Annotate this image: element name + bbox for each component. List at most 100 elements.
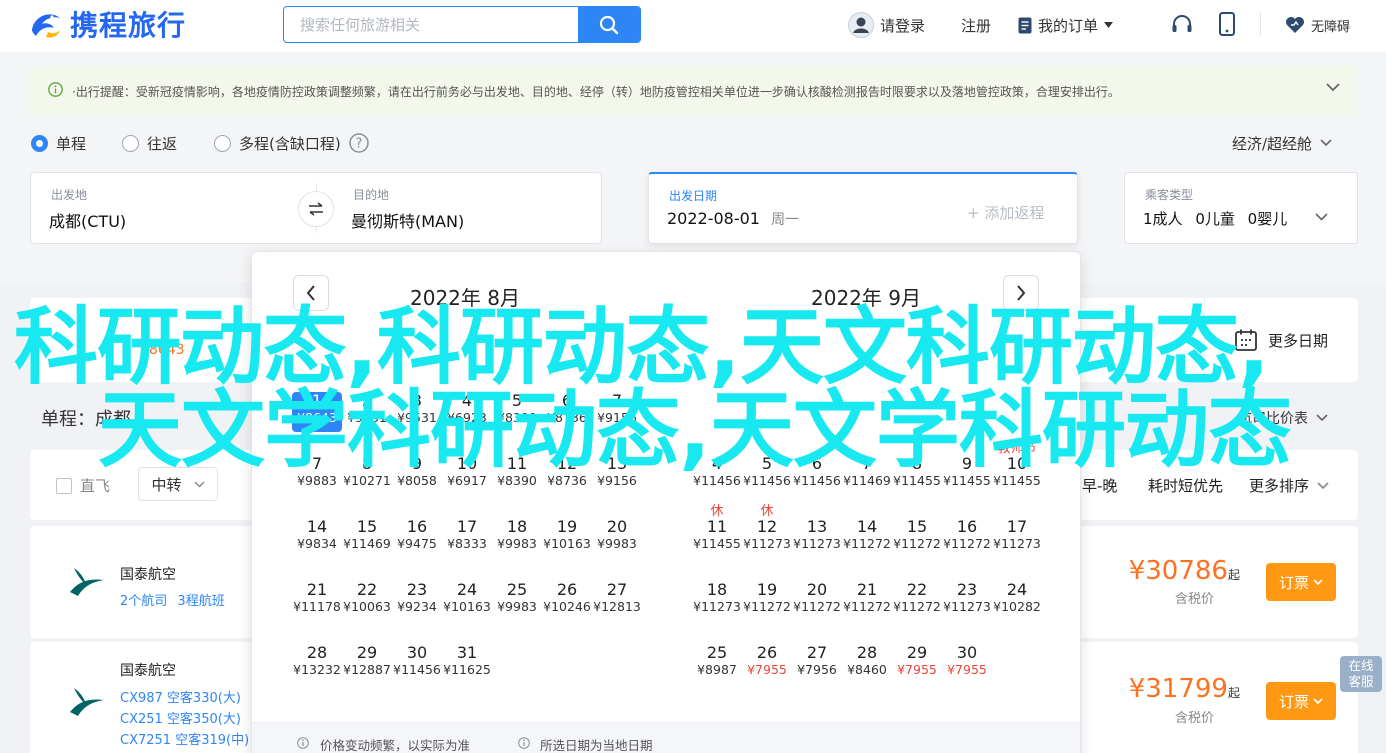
day-number: 16 bbox=[956, 517, 978, 536]
customer-service-icon[interactable] bbox=[1170, 13, 1194, 37]
calendar-day[interactable]: 18 ¥9983 bbox=[492, 518, 542, 558]
destination-field[interactable]: 目的地 曼彻斯特(MAN) bbox=[333, 173, 601, 243]
online-service-line1: 在线 bbox=[1348, 658, 1374, 673]
calendar-day[interactable]: 17 ¥8333 bbox=[442, 518, 492, 558]
trip-type-roundtrip[interactable]: 往返 bbox=[122, 132, 177, 154]
calendar-day[interactable]: 13 ¥11273 bbox=[792, 518, 842, 558]
flight-info: 2个航司 3程航班 bbox=[120, 590, 225, 609]
calendar-day[interactable]: 21 ¥11178 bbox=[292, 581, 342, 621]
calendar-day[interactable]: 18 ¥11273 bbox=[692, 581, 742, 621]
calendar-day[interactable]: 30 ¥7955 bbox=[942, 644, 992, 684]
day-number: 25 bbox=[706, 643, 728, 662]
day-number: 19 bbox=[756, 580, 778, 599]
trip-type-multi[interactable]: 多程(含缺口程) ? bbox=[214, 132, 369, 154]
calendar-day[interactable]: 休 11 ¥11455 bbox=[692, 504, 742, 558]
chevron-down-icon bbox=[1315, 213, 1328, 221]
calendar-day[interactable]: 29 ¥12887 bbox=[342, 644, 392, 684]
departure-date-field[interactable]: 出发日期 2022-08-01 周一 + 添加返程 bbox=[648, 172, 1078, 244]
calendar-day[interactable]: 16 ¥9475 bbox=[392, 518, 442, 558]
login-link[interactable]: 请登录 bbox=[848, 10, 925, 40]
calendar-day[interactable]: 21 ¥11272 bbox=[842, 581, 892, 621]
day-price: ¥7955 bbox=[897, 662, 937, 677]
day-price: ¥11272 bbox=[793, 599, 841, 614]
flight-number[interactable]: CX251 空客350(大) bbox=[120, 708, 241, 727]
calendar-day[interactable]: 29 ¥7955 bbox=[892, 644, 942, 684]
calendar-day[interactable]: 14 ¥11272 bbox=[842, 518, 892, 558]
calendar-day[interactable]: 20 ¥11272 bbox=[792, 581, 842, 621]
notice-collapse-chevron-icon[interactable] bbox=[1326, 83, 1340, 92]
calendar-day[interactable]: 16 ¥11272 bbox=[942, 518, 992, 558]
calendar-day[interactable]: 25 ¥9983 bbox=[492, 581, 542, 621]
day-price: ¥10163 bbox=[443, 599, 491, 614]
online-service-button[interactable]: 在线 客服 bbox=[1340, 656, 1382, 692]
register-link[interactable]: 注册 bbox=[961, 10, 991, 40]
chevron-down-icon bbox=[1313, 578, 1323, 585]
search-input[interactable] bbox=[284, 7, 580, 42]
origin-field[interactable]: 出发地 成都(CTU) bbox=[31, 173, 316, 243]
book-button[interactable]: 订票 bbox=[1266, 682, 1336, 720]
calendar-day[interactable]: 15 ¥11469 bbox=[342, 518, 392, 558]
my-orders-menu[interactable]: 我的订单 bbox=[1018, 10, 1114, 40]
add-return-button[interactable]: + 添加返程 bbox=[967, 202, 1044, 223]
search-button[interactable] bbox=[578, 7, 640, 42]
help-question-icon[interactable]: ? bbox=[348, 133, 369, 153]
trip-type-roundtrip-label: 往返 bbox=[147, 134, 178, 153]
passenger-label: 乘客类型 bbox=[1145, 188, 1194, 202]
calendar-day[interactable]: 22 ¥11272 bbox=[892, 581, 942, 621]
calendar-day[interactable]: 22 ¥10063 bbox=[342, 581, 392, 621]
calendar-day[interactable]: 20 ¥9983 bbox=[592, 518, 642, 558]
mobile-app-icon[interactable] bbox=[1219, 12, 1235, 36]
calendar-day[interactable]: 19 ¥11272 bbox=[742, 581, 792, 621]
book-label: 订票 bbox=[1278, 573, 1309, 592]
calendar-day[interactable]: 27 ¥7956 bbox=[792, 644, 842, 684]
flight-count-link[interactable]: 3程航班 bbox=[177, 594, 224, 609]
results-prefix: 单程： bbox=[41, 409, 95, 430]
cabin-class-label: 经济/超经舱 bbox=[1232, 134, 1313, 153]
book-label: 订票 bbox=[1278, 692, 1309, 711]
calendar-day[interactable]: 26 ¥7955 bbox=[742, 644, 792, 684]
day-number: 26 bbox=[556, 580, 578, 599]
day-price: ¥9983 bbox=[597, 536, 637, 551]
flight-number[interactable]: CX987 空客330(大) bbox=[120, 687, 241, 706]
trip-type-oneway[interactable]: 单程 bbox=[31, 132, 86, 154]
radio-unselected-icon bbox=[122, 134, 139, 152]
chevron-down-icon bbox=[1313, 697, 1323, 704]
info-icon bbox=[518, 737, 530, 749]
cathay-logo-icon bbox=[70, 568, 104, 596]
day-price: ¥11273 bbox=[793, 536, 841, 551]
cabin-class-select[interactable]: 经济/超经舱 bbox=[1232, 132, 1332, 154]
day-price: ¥11272 bbox=[893, 599, 941, 614]
chevron-down-icon bbox=[1317, 481, 1329, 489]
calendar-day[interactable]: 15 ¥11272 bbox=[892, 518, 942, 558]
calendar-day[interactable]: 28 ¥13232 bbox=[292, 644, 342, 684]
calendar-day[interactable]: 24 ¥10163 bbox=[442, 581, 492, 621]
day-number: 15 bbox=[356, 517, 378, 536]
calendar-day[interactable]: 27 ¥12813 bbox=[592, 581, 642, 621]
flight-number[interactable]: CX7251 空客319(中) bbox=[120, 729, 249, 748]
calendar-day[interactable]: 19 ¥10163 bbox=[542, 518, 592, 558]
calendar-day[interactable]: 24 ¥10282 bbox=[992, 581, 1042, 621]
overlay-headline-line1: 科研动态,科研动态,天文科研动态, bbox=[14, 298, 1270, 396]
calendar-day[interactable]: 23 ¥11273 bbox=[942, 581, 992, 621]
day-price: ¥10163 bbox=[543, 536, 591, 551]
accessibility-link[interactable]: 无障碍 bbox=[1285, 10, 1350, 40]
brand-logo[interactable]: 携程旅行 bbox=[28, 6, 186, 42]
calendar-day[interactable]: 休 12 ¥11273 bbox=[742, 504, 792, 558]
calendar-day[interactable]: 23 ¥9234 bbox=[392, 581, 442, 621]
day-number: 31 bbox=[456, 643, 478, 662]
day-price: ¥8460 bbox=[847, 662, 887, 677]
passenger-field[interactable]: 乘客类型 1成人 0儿童 0婴儿 bbox=[1124, 172, 1358, 244]
day-number: 22 bbox=[356, 580, 378, 599]
calendar-day[interactable]: 17 ¥11273 bbox=[992, 518, 1042, 558]
swap-cities-button[interactable] bbox=[298, 191, 334, 227]
calendar-day[interactable]: 28 ¥8460 bbox=[842, 644, 892, 684]
calendar-day[interactable]: 30 ¥11456 bbox=[392, 644, 442, 684]
calendar-day[interactable]: 14 ¥9834 bbox=[292, 518, 342, 558]
calendar-day[interactable]: 25 ¥8987 bbox=[692, 644, 742, 684]
airline-count-link[interactable]: 2个航司 bbox=[120, 594, 167, 609]
day-number: 30 bbox=[956, 643, 978, 662]
calendar-day[interactable]: 31 ¥11625 bbox=[442, 644, 492, 684]
calendar-day[interactable]: 26 ¥10246 bbox=[542, 581, 592, 621]
book-button[interactable]: 订票 bbox=[1266, 563, 1336, 601]
tax-note: 含税价 bbox=[1174, 711, 1214, 726]
